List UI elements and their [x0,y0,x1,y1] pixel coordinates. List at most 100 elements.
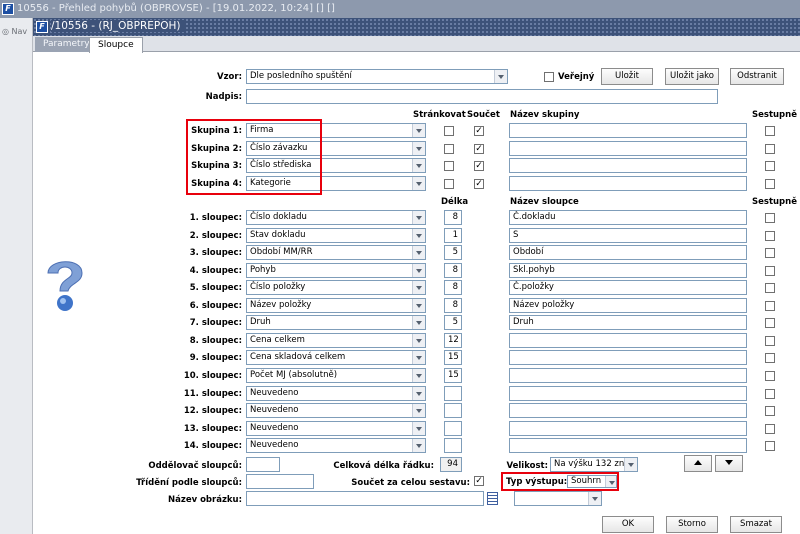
column-length-input[interactable]: 12 [444,333,462,348]
column-name-input[interactable] [509,386,747,401]
column-length-input[interactable]: 1 [444,228,462,243]
group-sum-checkbox[interactable]: ✓ [474,144,484,154]
column-select[interactable]: Neuvedeno [246,438,426,453]
chevron-down-icon[interactable] [412,439,425,452]
chevron-down-icon[interactable] [412,177,425,190]
list-picker-icon[interactable] [487,492,498,505]
column-select[interactable]: Cena celkem [246,333,426,348]
column-length-input[interactable]: 5 [444,245,462,260]
chevron-down-icon[interactable] [412,142,425,155]
trideni-input[interactable] [246,474,314,489]
column-select[interactable]: Číslo položky [246,280,426,295]
group-page-checkbox[interactable] [444,161,454,171]
chevron-down-icon[interactable] [494,70,507,83]
group-name-input[interactable] [509,176,747,191]
nav-toggle[interactable]: ◎ Nav [2,27,27,36]
obrazek-select[interactable] [514,491,602,506]
column-select[interactable]: Druh [246,315,426,330]
column-desc-checkbox[interactable] [765,318,775,328]
storno-button[interactable]: Storno [666,516,718,533]
chevron-down-icon[interactable] [412,404,425,417]
column-desc-checkbox[interactable] [765,353,775,363]
chevron-down-icon[interactable] [412,264,425,277]
chevron-down-icon[interactable] [412,246,425,259]
group-page-checkbox[interactable] [444,144,454,154]
tab-sloupce[interactable]: Sloupce [89,37,143,53]
chevron-down-icon[interactable] [412,387,425,400]
column-name-input[interactable] [509,350,747,365]
ok-button[interactable]: OK [602,516,654,533]
group-name-input[interactable] [509,123,747,138]
chevron-down-icon[interactable] [412,369,425,382]
group-name-input[interactable] [509,141,747,156]
group-sum-checkbox[interactable]: ✓ [474,126,484,136]
column-name-input[interactable]: Období [509,245,747,260]
group-page-checkbox[interactable] [444,179,454,189]
chevron-down-icon[interactable] [412,281,425,294]
column-desc-checkbox[interactable] [765,213,775,223]
velikost-select[interactable]: Na výšku 132 zn. [550,457,638,472]
column-name-input[interactable] [509,368,747,383]
column-length-input[interactable]: 5 [444,315,462,330]
move-up-button[interactable] [684,455,712,472]
column-name-input[interactable]: Druh [509,315,747,330]
smazat-button[interactable]: Smazat [730,516,782,533]
chevron-down-icon[interactable] [412,422,425,435]
column-desc-checkbox[interactable] [765,283,775,293]
save-as-button[interactable]: Uložit jako [665,68,719,85]
column-length-input[interactable] [444,438,462,453]
column-name-input[interactable] [509,333,747,348]
column-select[interactable]: Název položky [246,298,426,313]
column-select[interactable]: Neuvedeno [246,421,426,436]
remove-button[interactable]: Odstranit [730,68,784,85]
column-select[interactable]: Neuvedeno [246,386,426,401]
column-desc-checkbox[interactable] [765,424,775,434]
column-name-input[interactable] [509,421,747,436]
nadpis-input[interactable] [246,89,718,104]
column-length-input[interactable]: 15 [444,368,462,383]
column-desc-checkbox[interactable] [765,441,775,451]
column-length-input[interactable]: 8 [444,263,462,278]
group-desc-checkbox[interactable] [765,161,775,171]
move-down-button[interactable] [715,455,743,472]
column-desc-checkbox[interactable] [765,266,775,276]
chevron-down-icon[interactable] [412,334,425,347]
column-select[interactable]: Stav dokladu [246,228,426,243]
obrazek-input[interactable] [246,491,484,506]
chevron-down-icon[interactable] [624,458,637,471]
chevron-down-icon[interactable] [605,476,616,487]
column-length-input[interactable] [444,403,462,418]
chevron-down-icon[interactable] [412,159,425,172]
column-length-input[interactable]: 8 [444,280,462,295]
column-length-input[interactable]: 15 [444,350,462,365]
typ-select[interactable]: Souhrn [567,475,617,488]
column-desc-checkbox[interactable] [765,371,775,381]
column-name-input[interactable]: Skl.pohyb [509,263,747,278]
chevron-down-icon[interactable] [412,124,425,137]
column-select[interactable]: Období MM/RR [246,245,426,260]
oddelovac-input[interactable] [246,457,280,472]
column-length-input[interactable]: 8 [444,210,462,225]
column-select[interactable]: Číslo dokladu [246,210,426,225]
column-name-input[interactable] [509,438,747,453]
chevron-down-icon[interactable] [412,351,425,364]
group-name-input[interactable] [509,158,747,173]
group-desc-checkbox[interactable] [765,179,775,189]
column-desc-checkbox[interactable] [765,406,775,416]
group-desc-checkbox[interactable] [765,126,775,136]
soucet-sestava-checkbox[interactable]: ✓ [474,476,484,486]
group-desc-checkbox[interactable] [765,144,775,154]
column-length-input[interactable] [444,421,462,436]
column-name-input[interactable]: Č.položky [509,280,747,295]
column-desc-checkbox[interactable] [765,389,775,399]
column-name-input[interactable]: S [509,228,747,243]
column-length-input[interactable] [444,386,462,401]
chevron-down-icon[interactable] [588,492,601,505]
chevron-down-icon[interactable] [412,211,425,224]
column-desc-checkbox[interactable] [765,336,775,346]
column-select[interactable]: Počet MJ (absolutně) [246,368,426,383]
chevron-down-icon[interactable] [412,229,425,242]
chevron-down-icon[interactable] [412,316,425,329]
group-page-checkbox[interactable] [444,126,454,136]
column-select[interactable]: Cena skladová celkem [246,350,426,365]
